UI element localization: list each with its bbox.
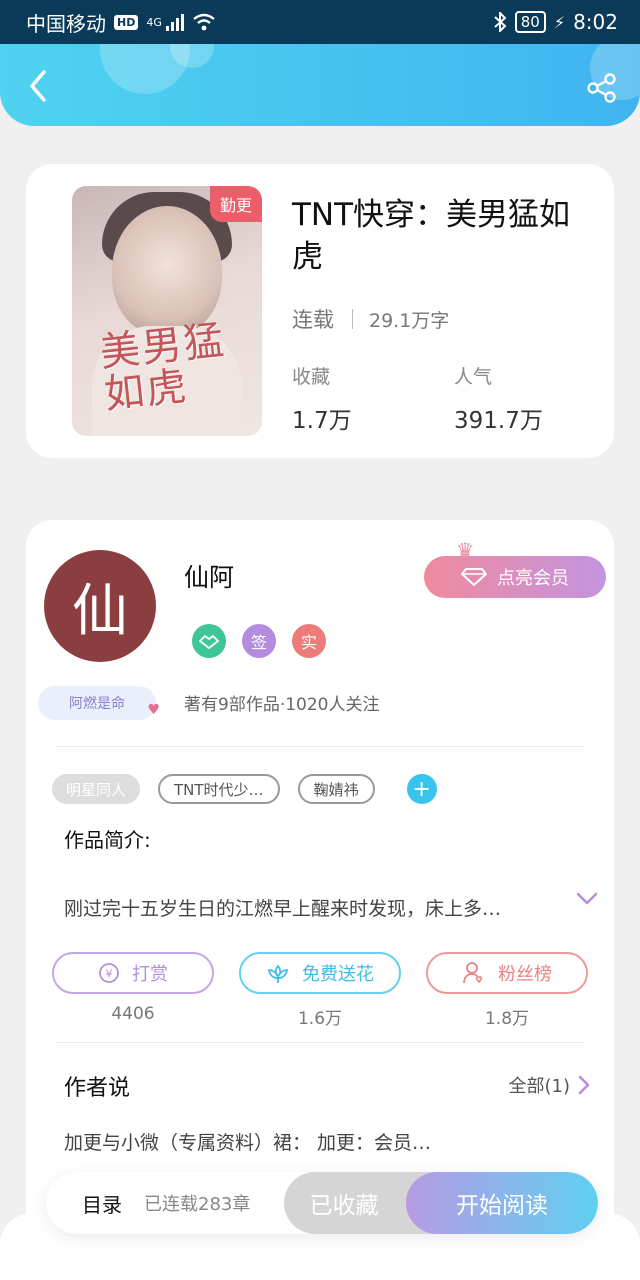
fan-title-label: 阿燃是命: [69, 696, 125, 712]
cover-art: [112, 206, 222, 336]
tip-button[interactable]: ¥ 打赏: [52, 952, 214, 994]
fans-count: 1.8万: [484, 1009, 530, 1029]
author-note[interactable]: 加更与小微（专属资料）裙： 加更：会员…: [64, 1128, 564, 1155]
serial-status: 连载: [292, 308, 334, 332]
tip-button-label: 打赏: [132, 964, 168, 985]
book-title: TNT快穿：美男猛如虎: [292, 197, 571, 275]
expand-button[interactable]: [572, 884, 602, 914]
tag-list: 明星同人 TNT时代少… 鞠婧祎 +: [52, 774, 437, 804]
flower-action: 免费送花 1.6万: [239, 952, 401, 1029]
tip-action: ¥ 打赏 4406: [52, 952, 214, 1029]
heart-icon: ♥: [147, 702, 160, 718]
avatar[interactable]: 仙: [44, 550, 156, 662]
word-count: 29.1万字: [369, 309, 450, 332]
plus-icon: +: [412, 776, 431, 802]
fan-ranking-button[interactable]: 粉丝榜: [426, 952, 588, 994]
view-all-link[interactable]: 全部(1): [509, 1072, 591, 1098]
intro-text[interactable]: 刚过完十五岁生日的江燃早上醒来时发现，床上多…: [64, 894, 554, 921]
verified-badge: 实: [292, 624, 326, 658]
free-flower-button[interactable]: 免费送花: [239, 952, 401, 994]
add-tag-button[interactable]: +: [406, 774, 437, 804]
tag-item[interactable]: 明星同人: [52, 774, 141, 804]
chevron-down-icon: [576, 892, 598, 905]
share-icon: [587, 73, 616, 103]
flower-icon: [267, 964, 289, 983]
hd-icon: HD: [114, 14, 139, 30]
popularity-stat: 人气 391.7万: [454, 362, 543, 435]
back-button[interactable]: [18, 66, 58, 106]
chevron-left-icon: [30, 70, 46, 102]
author-name[interactable]: 仙阿: [184, 558, 234, 594]
tip-count: 4406: [111, 1004, 155, 1024]
author-stats: 著有9部作品·1020人关注: [184, 695, 380, 715]
start-reading-label: 开始阅读: [456, 1193, 548, 1219]
clock: 8:02: [573, 10, 618, 34]
popularity-label: 人气: [454, 366, 493, 388]
vip-button-label: 点亮会员: [497, 568, 569, 589]
favorites-value: 1.7万: [292, 408, 352, 434]
network-type: 4G: [146, 15, 162, 29]
author-card: 仙 阿燃是命 ♥ 仙阿 签 实 著有9部作品·1020人关注 ♛ 点亮会员 明星…: [26, 520, 614, 1260]
intro-label: 作品简介:: [64, 828, 151, 852]
start-reading-button[interactable]: 开始阅读: [406, 1172, 598, 1234]
top-header: [0, 44, 640, 126]
book-meta: 连载 29.1万字: [292, 304, 449, 334]
fans-action: 粉丝榜 1.8万: [426, 952, 588, 1029]
divider: [352, 309, 353, 329]
signed-badge: 签: [242, 624, 276, 658]
view-all-label: 全部(1): [508, 1076, 571, 1097]
charging-icon: ⚡: [553, 12, 566, 32]
divider: [56, 1042, 584, 1043]
popularity-value: 391.7万: [454, 408, 543, 434]
status-right: 80 ⚡ 8:02: [493, 10, 618, 34]
author-says-heading: 作者说: [64, 1076, 131, 1101]
share-button[interactable]: [582, 68, 622, 108]
favorited-label: 已收藏: [309, 1193, 379, 1219]
coin-icon: ¥: [99, 963, 119, 983]
tag-item[interactable]: 鞠婧祎: [297, 774, 375, 804]
book-info-card: 美男猛如虎 勤更 TNT快穿：美男猛如虎 连载 29.1万字 收藏 1.7万 人…: [26, 164, 614, 458]
toc-button[interactable]: 目录: [46, 1189, 122, 1218]
chevron-right-icon: [578, 1075, 590, 1095]
diamond-icon: [461, 568, 487, 586]
fan-ranking-label: 粉丝榜: [498, 964, 552, 985]
favorites-label: 收藏: [292, 366, 331, 388]
status-bar: 中国移动 HD 4G 80 ⚡ 8:02: [0, 0, 640, 44]
cover-title: 美男猛如虎: [97, 317, 228, 419]
wifi-icon: [193, 13, 215, 31]
action-row: ¥ 打赏 4406 免费送花 1.6万 粉丝榜 1.8万: [52, 952, 588, 1029]
carrier-name: 中国移动: [26, 11, 106, 36]
fan-title-tag: 阿燃是命 ♥: [38, 686, 160, 720]
chapter-count: 已连载283章: [144, 1194, 251, 1215]
bluetooth-icon: [494, 12, 507, 32]
divider: [56, 746, 584, 747]
battery-icon: 80: [514, 11, 546, 33]
favorites-stat: 收藏 1.7万: [292, 362, 352, 435]
update-badge: 勤更: [209, 186, 262, 222]
status-left: 中国移动 HD 4G: [26, 8, 216, 37]
flower-count: 1.6万: [297, 1009, 343, 1029]
tag-item[interactable]: TNT时代少…: [158, 774, 280, 804]
handshake-icon: [192, 624, 226, 658]
book-cover[interactable]: 美男猛如虎 勤更: [72, 186, 262, 436]
vip-button[interactable]: 点亮会员: [424, 556, 606, 598]
signal-icon: [165, 13, 184, 31]
bottom-action-bar: 目录 已连载283章 已收藏 开始阅读: [46, 1172, 598, 1234]
free-flower-label: 免费送花: [302, 964, 374, 985]
svg-text:¥: ¥: [106, 968, 113, 981]
user-icon: [463, 962, 483, 984]
author-badges: 签 实: [192, 624, 326, 658]
